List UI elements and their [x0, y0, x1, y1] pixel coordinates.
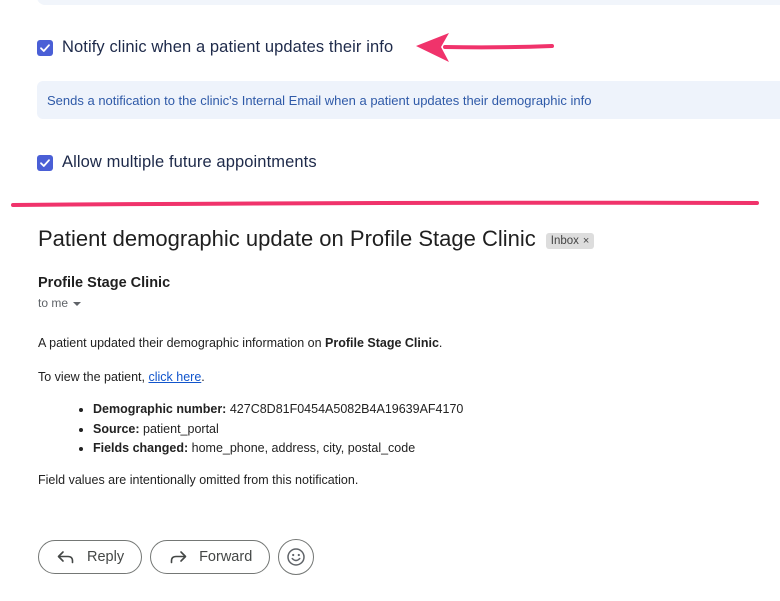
- inbox-label-text: Inbox: [550, 234, 579, 247]
- multiple-appointments-label: Allow multiple future appointments: [62, 153, 317, 171]
- remove-label-icon[interactable]: ×: [583, 235, 589, 247]
- field-label: Demographic number:: [93, 402, 227, 416]
- recipient-details[interactable]: to me: [38, 296, 82, 310]
- email-subject: Patient demographic update on Profile St…: [38, 226, 536, 251]
- multiple-appointments-setting[interactable]: Allow multiple future appointments: [37, 153, 317, 172]
- view-patient-line: To view the patient, click here.: [38, 370, 205, 384]
- footer-note: Field values are intentionally omitted f…: [38, 473, 359, 487]
- field-label: Fields changed:: [93, 441, 189, 455]
- emoji-reaction-button[interactable]: [278, 539, 315, 575]
- annotation-divider-line: [11, 200, 759, 207]
- notify-clinic-description-box: Sends a notification to the clinic's Int…: [37, 81, 780, 119]
- intro-text: A patient updated their demographic info…: [38, 336, 325, 350]
- change-details-list: Demographic number: 427C8D81F0454A5082B4…: [55, 400, 463, 459]
- reply-button[interactable]: Reply: [38, 540, 143, 574]
- list-item: Demographic number: 427C8D81F0454A5082B4…: [93, 400, 463, 420]
- reply-icon: [57, 551, 74, 564]
- multiple-appointments-checkbox[interactable]: [37, 154, 53, 171]
- settings-card-edge: [37, 0, 780, 5]
- sender-name: Profile Stage Clinic: [38, 275, 171, 291]
- checkbox-checked-icon: [40, 158, 50, 167]
- field-value: patient_portal: [139, 421, 219, 436]
- notify-clinic-setting[interactable]: Notify clinic when a patient updates the…: [37, 38, 393, 57]
- view-patient-suffix: .: [201, 370, 205, 384]
- inbox-label-chip[interactable]: Inbox ×: [545, 232, 595, 249]
- forward-button[interactable]: Forward: [150, 540, 271, 574]
- forward-icon: [170, 551, 187, 564]
- annotation-arrow: [416, 33, 554, 62]
- view-patient-text: To view the patient,: [38, 370, 149, 384]
- notify-clinic-checkbox[interactable]: [37, 39, 53, 56]
- email-subject-row: Patient demographic update on Profile St…: [38, 226, 595, 252]
- forward-label: Forward: [199, 549, 253, 565]
- intro-clinic-name: Profile Stage Clinic: [325, 336, 439, 350]
- intro-suffix: .: [438, 336, 443, 350]
- reply-label: Reply: [87, 549, 125, 565]
- emoji-icon: [287, 548, 306, 566]
- notify-clinic-description: Sends a notification to the clinic's Int…: [47, 92, 592, 108]
- email-intro: A patient updated their demographic info…: [38, 336, 442, 350]
- checkbox-checked-icon: [40, 43, 50, 52]
- list-item: Fields changed: home_phone, address, cit…: [93, 439, 463, 459]
- notify-clinic-label: Notify clinic when a patient updates the…: [62, 38, 394, 56]
- view-patient-link[interactable]: click here: [148, 370, 201, 384]
- field-label: Source:: [93, 421, 140, 436]
- field-value: home_phone, address, city, postal_code: [188, 441, 416, 455]
- field-value: 427C8D81F0454A5082B4A19639AF4170: [226, 402, 464, 416]
- email-actions: Reply Forward: [38, 539, 315, 575]
- chevron-down-icon[interactable]: [73, 301, 82, 306]
- list-item: Source: patient_portal: [93, 420, 463, 440]
- recipient-text: to me: [38, 296, 69, 310]
